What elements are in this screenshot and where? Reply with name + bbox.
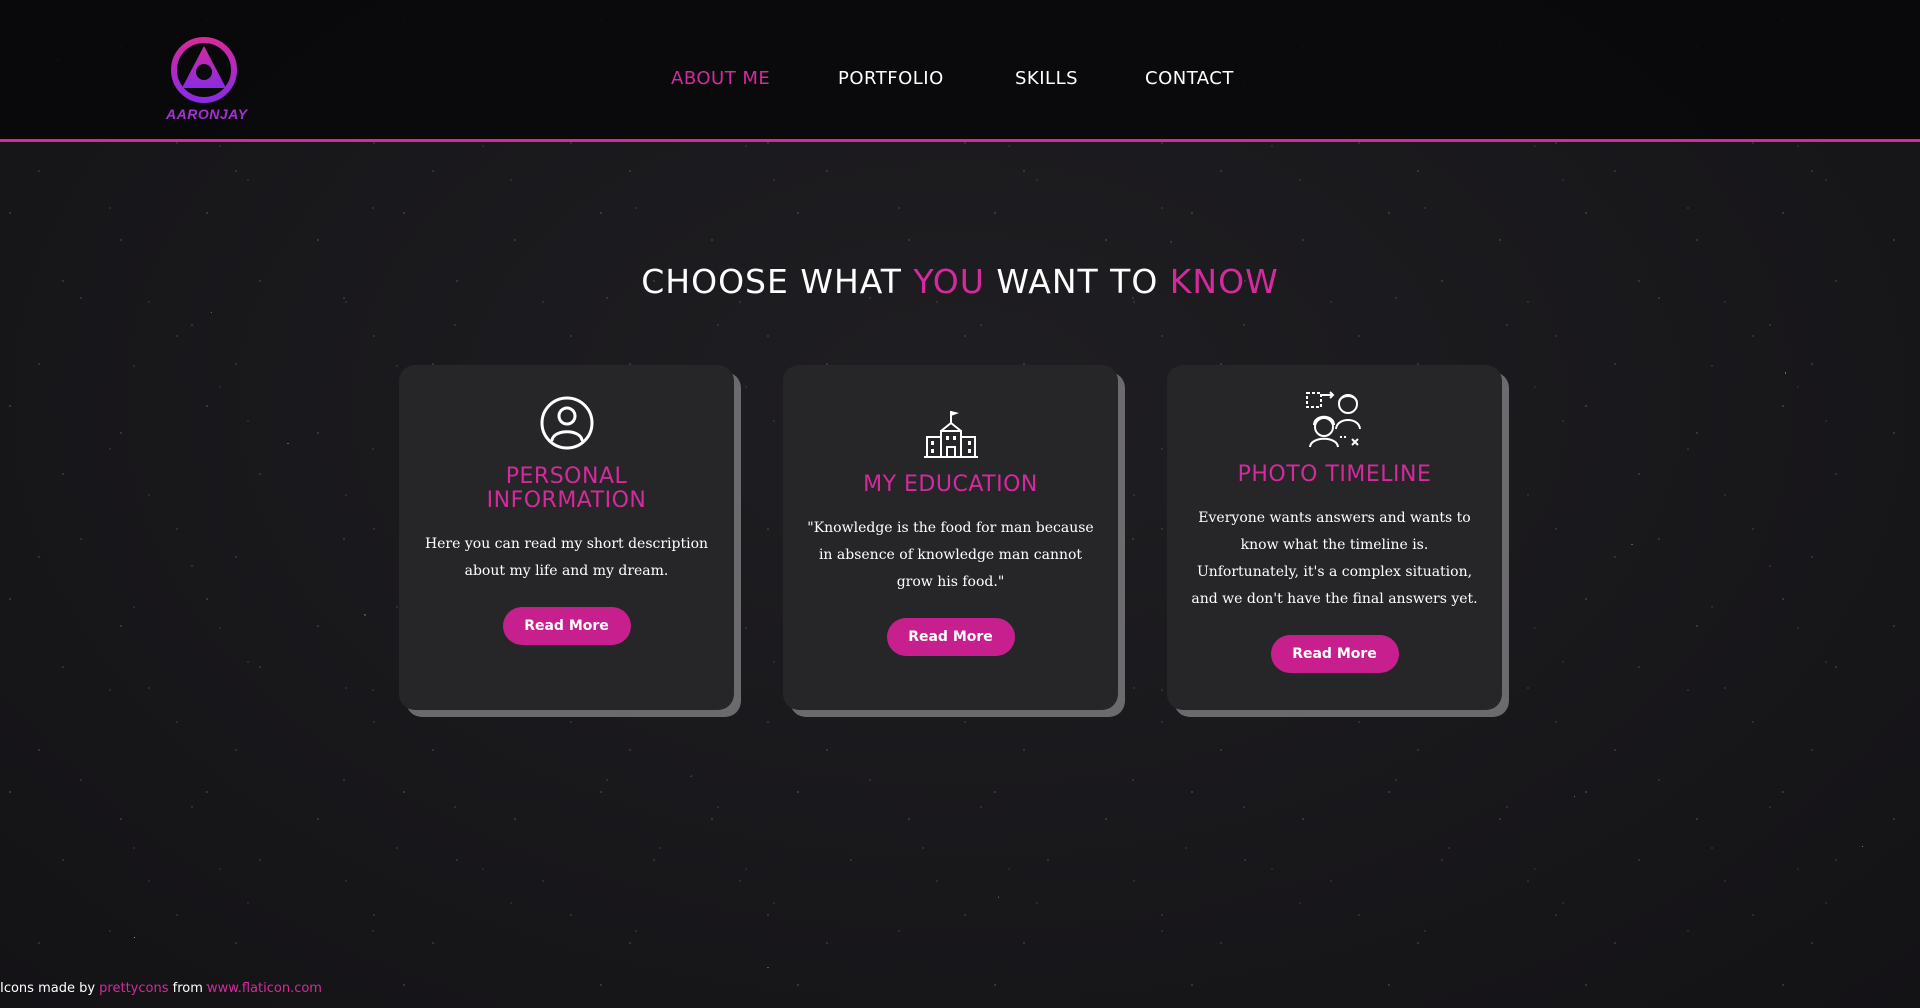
logo-text: AARONJAY: [166, 106, 248, 122]
card-description: Here you can read my short description a…: [424, 536, 709, 579]
timeline-people-icon: [1305, 391, 1361, 448]
nav-portfolio[interactable]: PORTFOLIO: [838, 68, 944, 89]
card-description: "Knowledge is the food for man because i…: [807, 520, 1094, 590]
heading-accent-you: YOU: [913, 262, 985, 301]
card-personal-information: PERSONAL INFORMATION Here you can read m…: [399, 365, 734, 710]
nav-contact[interactable]: CONTACT: [1145, 68, 1234, 89]
read-more-button[interactable]: Read More: [1270, 635, 1399, 673]
user-circle-icon: [540, 396, 593, 450]
card-description: Everyone wants answers and wants to know…: [1191, 510, 1478, 607]
read-more-button[interactable]: Read More: [502, 607, 631, 645]
page-heading: CHOOSE WHAT YOU WANT TO KNOW: [0, 262, 1920, 301]
heading-part-1: CHOOSE WHAT: [641, 262, 914, 301]
card-title: MY EDUCATION: [863, 472, 1038, 497]
icon-credit: Icons made by prettycons from www.flatic…: [0, 981, 322, 996]
site-header: AARONJAY ABOUT ME PORTFOLIO SKILLS CONTA…: [0, 0, 1920, 142]
nav-about-me[interactable]: ABOUT ME: [671, 68, 770, 89]
card-title: PERSONAL INFORMATION: [486, 464, 647, 513]
heading-accent-know: KNOW: [1169, 262, 1279, 301]
main-nav: ABOUT ME PORTFOLIO SKILLS CONTACT: [0, 68, 1920, 92]
card-my-education: MY EDUCATION "Knowledge is the food for …: [783, 365, 1118, 710]
heading-part-2: WANT TO: [984, 262, 1170, 301]
nav-skills[interactable]: SKILLS: [1015, 68, 1078, 89]
page: AARONJAY ABOUT ME PORTFOLIO SKILLS CONTA…: [0, 0, 1920, 1008]
credit-prefix: Icons made by: [0, 981, 100, 996]
credit-site-link[interactable]: www.flaticon.com: [207, 981, 322, 996]
credit-author-link[interactable]: prettycons: [99, 981, 168, 996]
card-photo-timeline: PHOTO TIMELINE Everyone wants answers an…: [1167, 365, 1502, 710]
school-building-icon: [923, 411, 978, 458]
credit-middle: from: [168, 981, 208, 996]
card-title: PHOTO TIMELINE: [1237, 462, 1432, 487]
read-more-button[interactable]: Read More: [886, 618, 1015, 656]
